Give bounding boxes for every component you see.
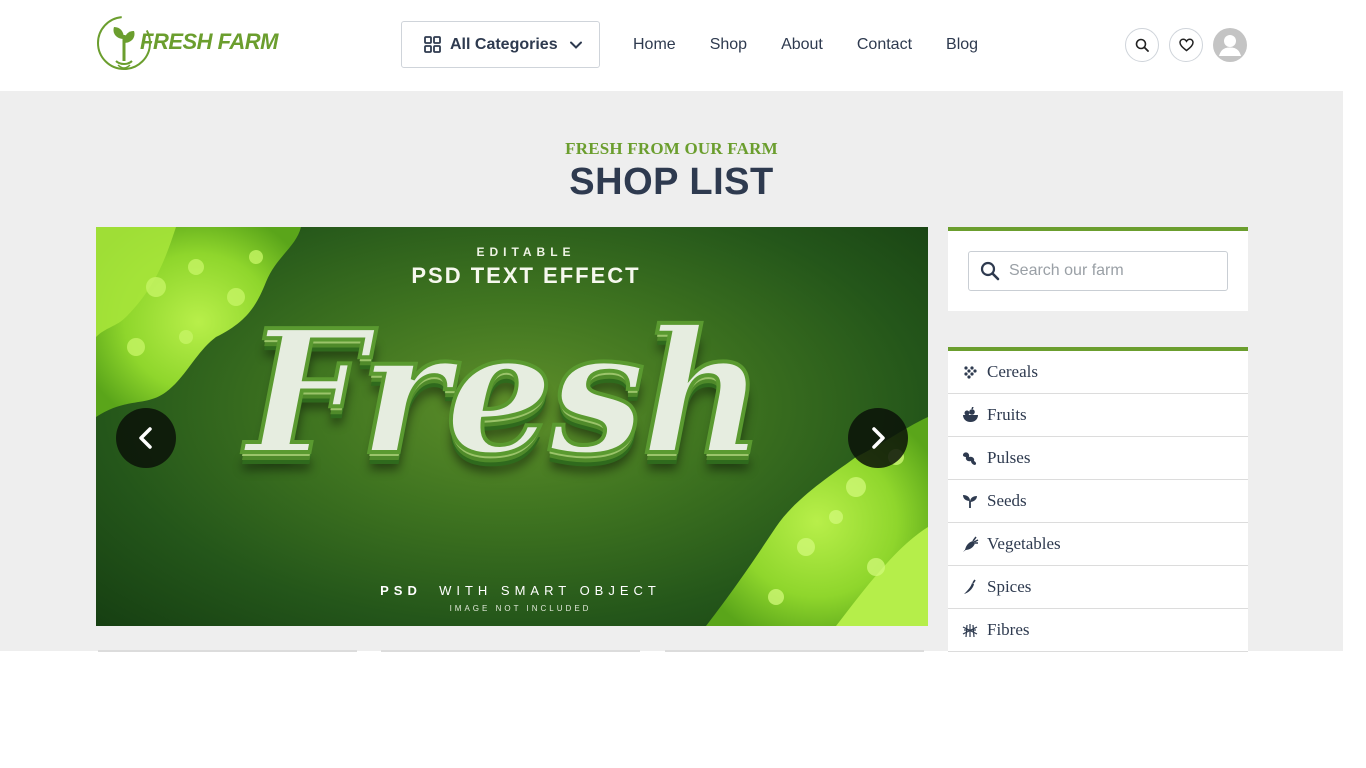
category-label: Vegetables [987,534,1061,553]
search-icon [1135,38,1149,52]
banner-psd-rest: WITH SMART OBJECT [439,583,661,598]
nav-blog[interactable]: Blog [946,34,978,56]
search-field[interactable] [968,251,1228,291]
category-item-cereals[interactable]: Cereals [948,351,1248,394]
category-label: Pulses [987,448,1031,467]
carousel-prev-button[interactable] [116,408,176,468]
banner-not-included: IMAGE NOT INCLUDED [449,604,592,613]
product-card-edge [381,650,640,652]
category-item-fruits[interactable]: Fruits [948,394,1248,437]
spices-icon [961,578,979,596]
sidebar-search-panel [948,227,1248,311]
category-label: Fibres [987,620,1030,639]
nav-home[interactable]: Home [633,34,676,56]
product-card-edge [98,650,357,652]
category-label: Cereals [987,362,1038,381]
product-card-edge [665,650,924,652]
grid-icon [424,36,441,53]
banner-psd-line: PSD WITH SMART OBJECT [96,583,928,598]
category-item-fibres[interactable]: Fibres [948,609,1248,652]
vegetables-icon [961,535,979,553]
shop-main-section: FRESH FROM OUR FARM SHOP LIST EDITABLE P… [0,91,1343,652]
banner-headline: Fresh [244,291,767,495]
brand-logo[interactable]: FRESH FARM [96,13,279,73]
fruits-icon [961,406,979,424]
pulses-icon [961,449,979,467]
category-label: Fruits [987,405,1027,424]
main-nav: Home Shop About Contact Blog [633,34,1012,56]
search-icon [980,261,1000,281]
nav-shop[interactable]: Shop [710,34,747,56]
category-item-spices[interactable]: Spices [948,566,1248,609]
page-title: SHOP LIST [569,161,774,203]
chevron-left-icon [139,427,152,449]
banner-editable-text: EDITABLE [476,245,576,259]
chevron-down-icon [569,41,582,49]
category-list: Cereals Fruits Pulses Seeds Vegetables S… [948,347,1248,652]
cereals-icon [961,363,979,381]
nav-contact[interactable]: Contact [857,34,912,56]
fibres-icon [961,621,979,639]
site-header: FRESH FARM All Categories Home Shop Abou… [0,0,1343,91]
chevron-right-icon [872,427,885,449]
category-item-pulses[interactable]: Pulses [948,437,1248,480]
user-avatar[interactable] [1213,28,1247,62]
section-kicker: FRESH FROM OUR FARM [565,139,778,158]
category-item-vegetables[interactable]: Vegetables [948,523,1248,566]
brand-name: FRESH FARM [140,29,279,54]
all-categories-label: All Categories [450,35,558,53]
search-input[interactable] [1009,262,1219,280]
promo-banner: EDITABLE PSD TEXT EFFECT Fresh PSD WITH … [96,227,928,626]
banner-effect-text: PSD TEXT EFFECT [411,263,641,288]
carousel-next-button[interactable] [848,408,908,468]
banner-psd-bold: PSD [380,583,422,598]
wishlist-button[interactable] [1169,28,1203,62]
search-button[interactable] [1125,28,1159,62]
nav-about[interactable]: About [781,34,823,56]
all-categories-button[interactable]: All Categories [401,21,600,68]
category-label: Spices [987,577,1032,596]
seeds-icon [961,492,979,510]
category-label: Seeds [987,491,1027,510]
user-avatar-icon [1219,35,1241,56]
heart-icon [1178,38,1194,52]
category-item-seeds[interactable]: Seeds [948,480,1248,523]
